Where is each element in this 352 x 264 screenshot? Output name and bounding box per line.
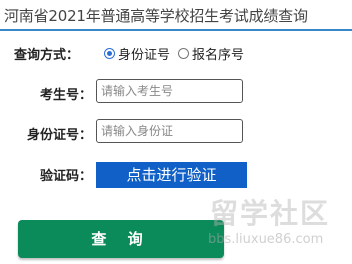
id-number-label: 身份证号： — [27, 128, 93, 143]
title-bar: 河南省2021年普通高等学校招生考试成绩查询 — [0, 0, 352, 31]
radio-option-registration-number[interactable]: 报名序号 — [178, 44, 244, 63]
exam-number-input[interactable] — [96, 79, 243, 103]
id-number-input[interactable] — [96, 119, 243, 143]
page-title: 河南省2021年普通高等学校招生考试成绩查询 — [4, 7, 308, 25]
exam-number-label: 考生号： — [40, 88, 93, 103]
radio-registration-number[interactable] — [178, 48, 190, 59]
watermark-logo: 留学社区 — [210, 197, 331, 230]
watermark-url: bbs.liuxue86.com — [208, 232, 324, 247]
query-method-radio-group: 身份证号 报名序号 — [104, 44, 252, 63]
radio-registration-number-label: 报名序号 — [192, 48, 245, 63]
radio-id-number[interactable] — [104, 48, 115, 59]
captcha-label: 验证码： — [40, 169, 93, 184]
verify-button[interactable]: 点击进行验证 — [96, 162, 247, 188]
score-query-page: 河南省2021年普通高等学校招生考试成绩查询 查询方式： 身份证号 报名序号 考… — [0, 0, 352, 264]
site-watermark: 留学社区 bbs.liuxue86.com — [204, 192, 344, 258]
radio-id-number-label: 身份证号 — [118, 48, 171, 63]
query-submit-button[interactable]: 查 询 — [18, 220, 224, 258]
radio-option-id-number[interactable]: 身份证号 — [104, 44, 170, 63]
query-method-label: 查询方式： — [14, 48, 80, 63]
